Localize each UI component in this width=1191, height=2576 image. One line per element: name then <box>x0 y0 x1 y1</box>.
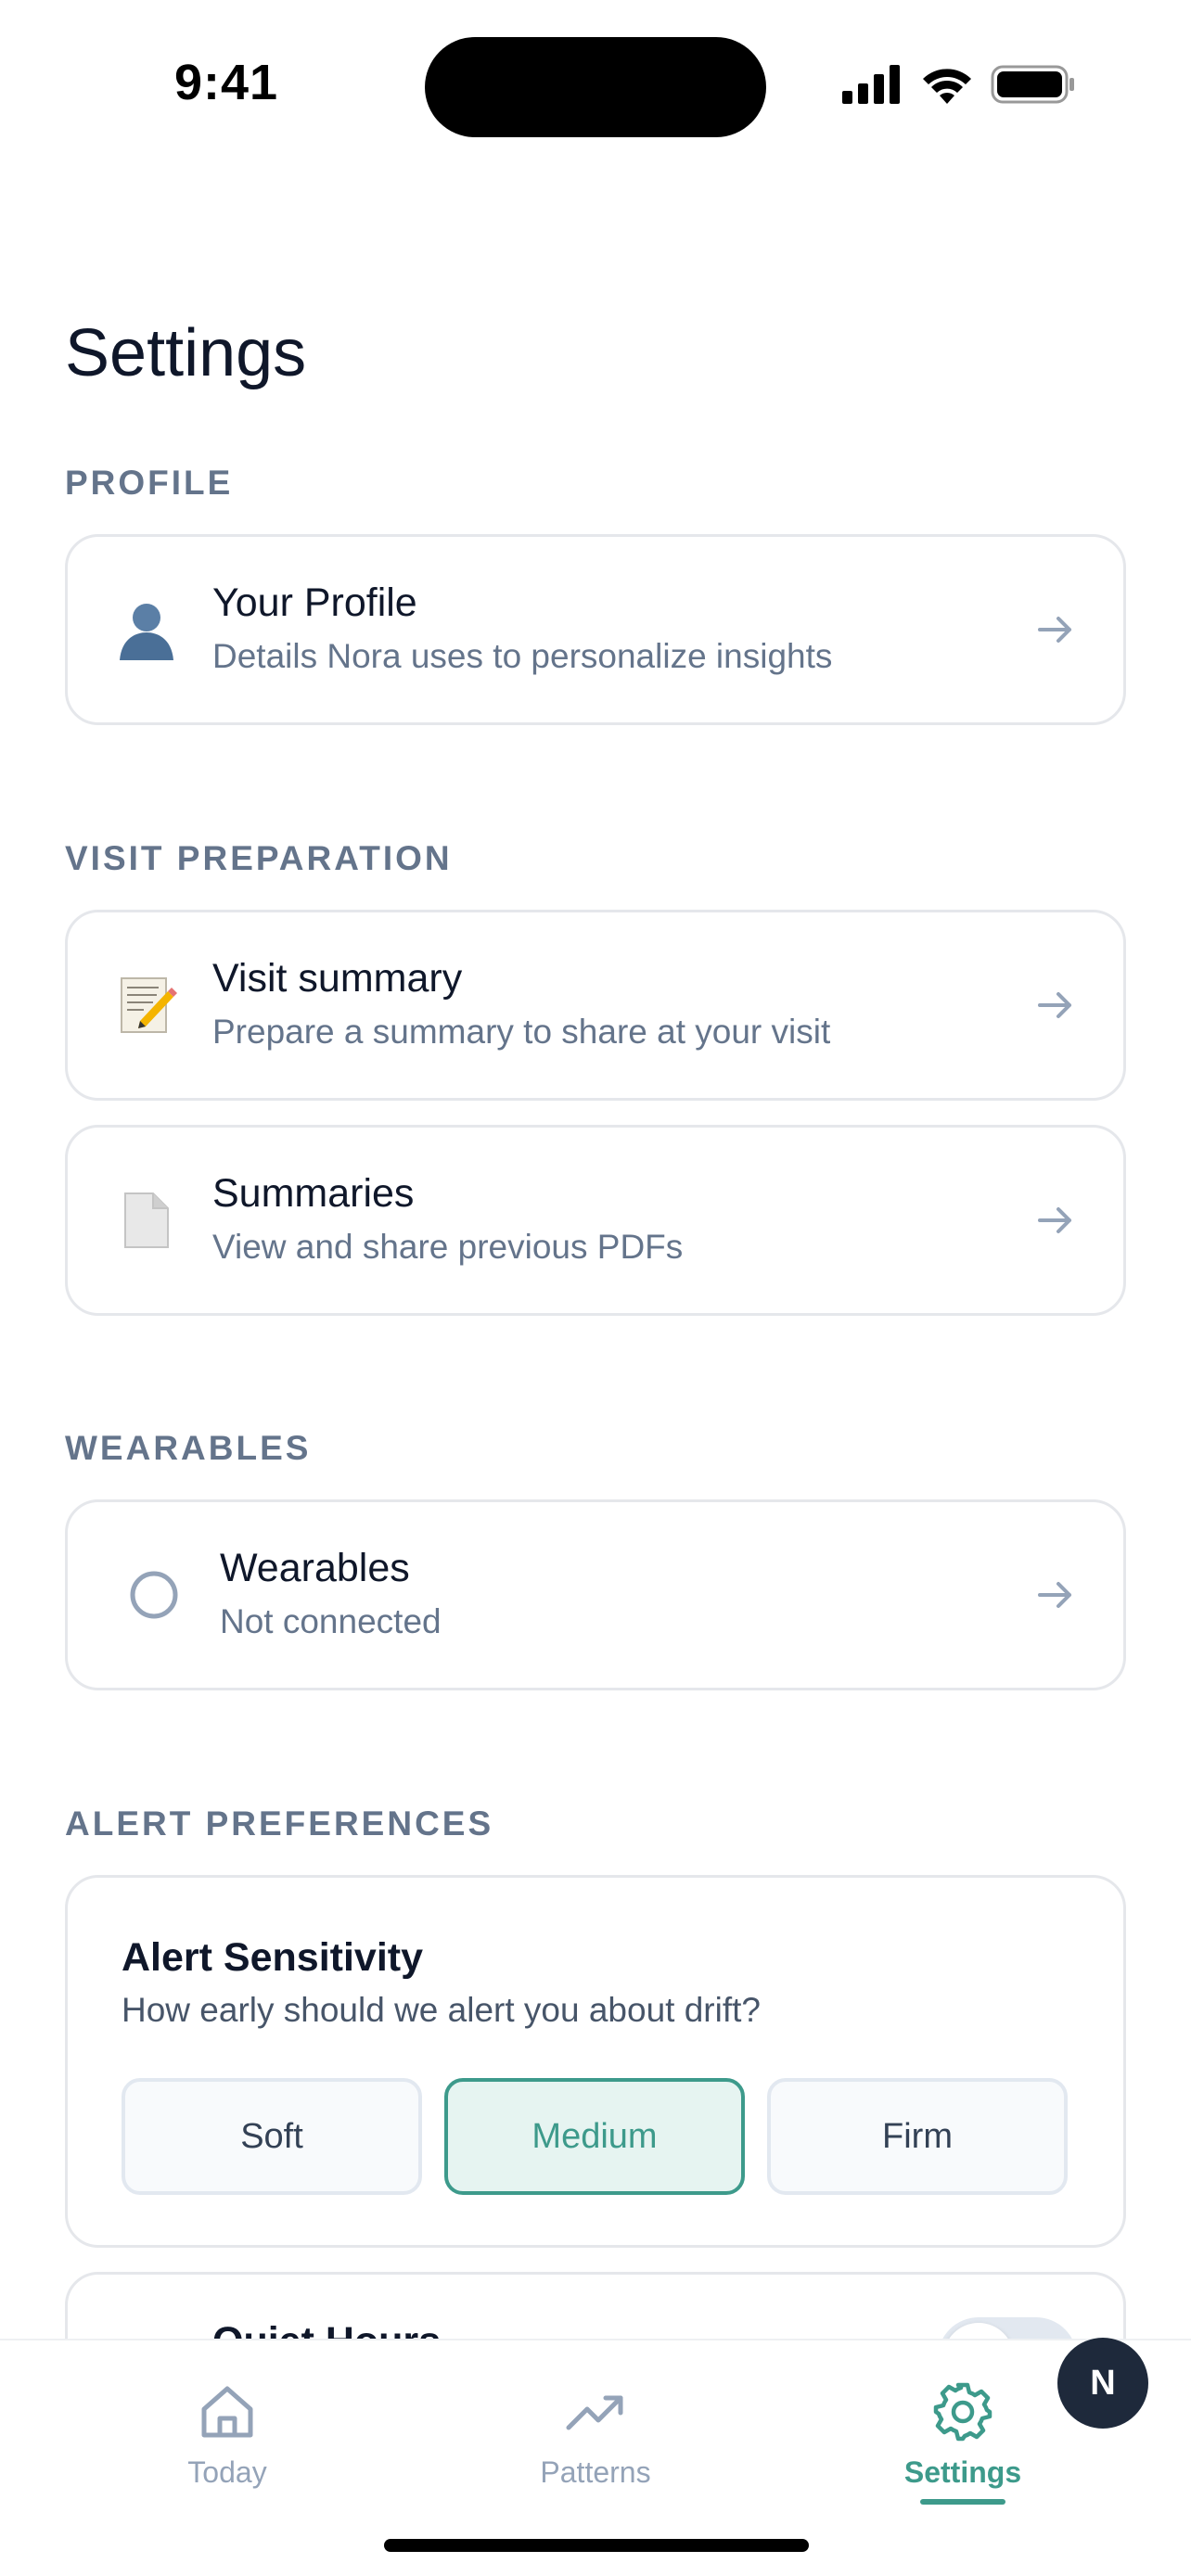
status-time: 9:41 <box>174 55 279 110</box>
dynamic-island <box>425 37 766 137</box>
signal-icon <box>842 65 900 104</box>
gear-icon <box>933 2382 992 2442</box>
section-label-profile: PROFILE <box>65 464 234 502</box>
sensitivity-option-medium[interactable]: Medium <box>444 2078 745 2195</box>
tab-label: Patterns <box>540 2455 651 2489</box>
wearables-row[interactable]: Wearables Not connected <box>65 1499 1126 1690</box>
alert-sensitivity-card: Alert Sensitivity How early should we al… <box>65 1875 1126 2248</box>
trend-icon <box>566 2395 623 2430</box>
row-title: Summaries <box>212 1171 415 1216</box>
status-circle-icon <box>122 1562 186 1627</box>
sensitivity-option-firm[interactable]: Firm <box>767 2078 1068 2195</box>
active-tab-indicator <box>920 2499 1005 2505</box>
section-label-alerts: ALERT PREFERENCES <box>65 1804 494 1843</box>
tab-today[interactable]: Today <box>134 2381 320 2490</box>
arrow-right-icon <box>1038 992 1071 1018</box>
row-subtitle: View and share previous PDFs <box>212 1228 684 1266</box>
row-title: Your Profile <box>212 580 417 625</box>
sensitivity-option-soft[interactable]: Soft <box>122 2078 422 2195</box>
row-subtitle: Not connected <box>220 1602 442 1640</box>
row-subtitle: Details Nora uses to personalize insight… <box>212 637 833 675</box>
battery-icon <box>991 65 1074 104</box>
summaries-row[interactable]: Summaries View and share previous PDFs <box>65 1125 1126 1316</box>
status-bar: 9:41 <box>0 0 1191 176</box>
row-title: Wearables <box>220 1546 410 1590</box>
arrow-right-icon <box>1038 1207 1071 1233</box>
tab-patterns[interactable]: Patterns <box>503 2381 688 2490</box>
memo-icon <box>114 973 179 1038</box>
status-icons <box>842 61 1076 108</box>
tab-label: Settings <box>903 2455 1022 2489</box>
wifi-icon <box>923 69 971 104</box>
arrow-right-icon <box>1038 1582 1071 1608</box>
avatar[interactable]: N <box>1057 2338 1148 2429</box>
home-indicator <box>384 2539 809 2552</box>
section-label-wearables: WEARABLES <box>65 1429 312 1467</box>
avatar-initial: N <box>1090 2363 1116 2403</box>
sensitivity-segmented-control: Soft Medium Firm <box>122 2078 1068 2195</box>
row-title: Visit summary <box>212 956 463 1001</box>
arrow-right-icon <box>1038 617 1071 643</box>
row-subtitle: Prepare a summary to share at your visit <box>212 1013 831 1051</box>
home-icon <box>201 2386 253 2438</box>
tab-settings[interactable]: Settings <box>870 2381 1056 2505</box>
section-label-visit: VISIT PREPARATION <box>65 839 453 877</box>
alert-sensitivity-title: Alert Sensitivity <box>122 1935 423 1980</box>
visit-summary-row[interactable]: Visit summary Prepare a summary to share… <box>65 910 1126 1101</box>
document-icon <box>114 1188 179 1253</box>
tab-label: Today <box>187 2455 267 2489</box>
profile-row[interactable]: Your Profile Details Nora uses to person… <box>65 534 1126 725</box>
alert-sensitivity-subtitle: How early should we alert you about drif… <box>122 1991 761 2029</box>
person-icon <box>114 597 179 662</box>
page-title: Settings <box>65 316 307 390</box>
